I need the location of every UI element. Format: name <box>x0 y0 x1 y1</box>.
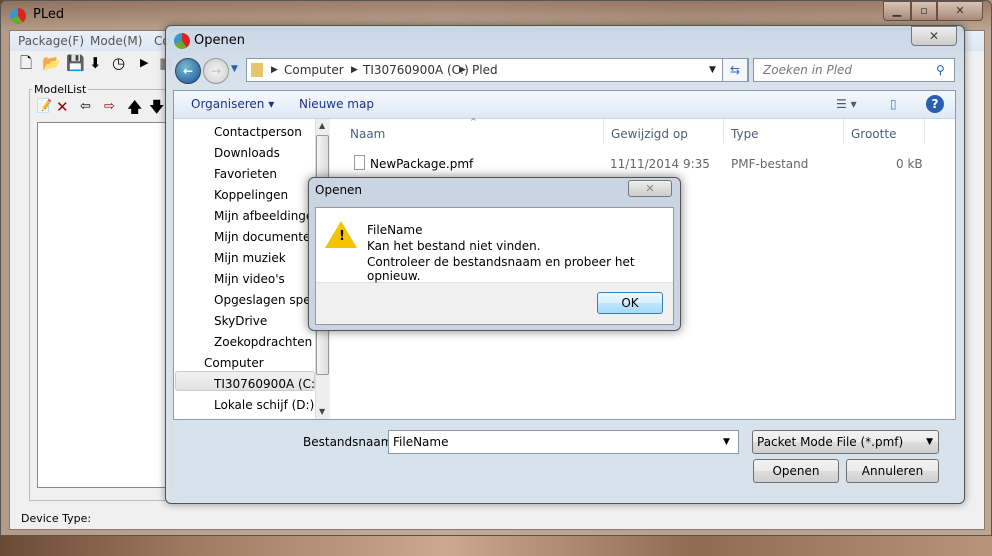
menu-mode[interactable]: Mode(M) <box>90 34 142 48</box>
error-close-button[interactable]: ✕ <box>628 180 672 197</box>
file-type: PMF-bestand <box>731 157 809 171</box>
sort-ascending-icon: ^ <box>470 117 477 126</box>
dialog-app-icon <box>174 33 190 49</box>
error-message: Kan het bestand niet vinden. <box>367 239 541 253</box>
play-icon[interactable]: ▶ <box>140 55 148 71</box>
download-icon[interactable]: ⬇ <box>89 55 102 71</box>
back-button[interactable]: ← <box>175 58 201 84</box>
column-type[interactable]: Type <box>731 127 759 141</box>
window-title: PLed <box>33 7 65 22</box>
error-hint: Controleer de bestandsnaam en probeer he… <box>367 255 635 283</box>
nav-item[interactable]: Opgeslagen spellen <box>214 290 314 310</box>
organize-button[interactable]: Organiseren ▾ <box>191 97 274 111</box>
breadcrumb-computer[interactable]: Computer <box>284 63 344 77</box>
help-icon[interactable]: ? <box>926 95 944 113</box>
nav-item[interactable]: Mijn video's <box>214 269 314 289</box>
move-up-icon[interactable]: 🡅 <box>127 99 142 115</box>
column-size[interactable]: Grootte <box>851 127 896 141</box>
filter-dropdown-icon: ▼ <box>926 437 933 447</box>
save-icon[interactable]: 💾 <box>66 55 85 71</box>
cancel-button[interactable]: Annuleren <box>846 459 939 483</box>
nav-item[interactable]: Zoekopdrachten <box>214 332 314 352</box>
minimize-button[interactable]: ▁ <box>883 1 911 21</box>
file-type-filter[interactable]: Packet Mode File (*.pmf) ▼ <box>752 430 939 454</box>
delete-icon[interactable]: ✕ <box>56 99 69 115</box>
export-icon[interactable]: ⇨ <box>104 99 115 115</box>
address-bar[interactable]: ▶ Computer ▶ TI30760900A (C:) ▶ Pled ▼ <box>246 58 749 82</box>
search-input[interactable]: Zoeken in Pled ⚲ <box>753 58 955 82</box>
breadcrumb-arrow-icon: ▶ <box>271 65 278 75</box>
maximize-button[interactable]: ▫ <box>911 1 937 21</box>
file-icon <box>354 155 365 170</box>
error-message-area: ! FileName Kan het bestand niet vinden. … <box>316 208 673 283</box>
column-modified[interactable]: Gewijzigd op <box>611 127 688 141</box>
dialog-title: Openen <box>194 33 245 48</box>
app-icon <box>10 8 26 24</box>
modellist-label: ModelList <box>32 83 89 96</box>
command-bar: Organiseren ▾ Nieuwe map ☰ ▾ ▯ ? <box>174 91 955 119</box>
open-button[interactable]: Openen <box>753 459 839 483</box>
folder-icon <box>251 63 263 77</box>
ok-button[interactable]: OK <box>597 292 663 314</box>
model-list[interactable] <box>37 122 172 488</box>
warning-icon-mark: ! <box>339 229 345 244</box>
file-name: NewPackage.pmf <box>370 157 474 171</box>
search-icon[interactable]: ⚲ <box>936 63 945 77</box>
open-folder-icon[interactable]: 📂 <box>42 55 61 71</box>
breadcrumb-pled[interactable]: Pled <box>472 63 498 77</box>
search-placeholder: Zoeken in Pled <box>763 63 853 77</box>
nav-item[interactable]: Favorieten <box>214 164 314 184</box>
refresh-button[interactable]: ⇆ <box>722 58 748 82</box>
new-folder-button[interactable]: Nieuwe map <box>299 97 374 111</box>
nav-item[interactable]: Contactperson <box>214 122 314 142</box>
filename-value: FileName <box>393 435 449 449</box>
import-icon[interactable]: ⇦ <box>80 99 91 115</box>
preview-pane-icon[interactable]: ▯ <box>890 97 897 111</box>
forward-button[interactable]: → <box>203 58 229 84</box>
file-modified: 11/11/2014 9:35 <box>610 157 710 171</box>
filter-value: Packet Mode File (*.pmf) <box>757 435 904 449</box>
move-down-icon[interactable]: 🡇 <box>149 99 164 115</box>
breadcrumb-arrow-icon: ▶ <box>351 65 358 75</box>
nav-item[interactable]: Koppelingen <box>214 185 314 205</box>
nav-item[interactable]: Computer <box>204 353 304 373</box>
error-dialog: Openen ✕ ! FileName Kan het bestand niet… <box>308 177 681 331</box>
navigation-pane: Contactperson Downloads Favorieten Koppe… <box>174 119 330 419</box>
nav-item[interactable]: Mijn muziek <box>214 248 314 268</box>
menu-package[interactable]: Package(F) <box>18 34 84 48</box>
nav-item[interactable]: Downloads <box>214 143 314 163</box>
add-model-icon[interactable]: 📝 <box>36 99 52 115</box>
dialog-close-button[interactable]: ✕ <box>911 26 957 46</box>
nav-item[interactable]: SkyDrive <box>214 311 314 331</box>
filename-label: Bestandsnaam: <box>303 435 397 449</box>
error-dialog-title: Openen <box>315 183 363 197</box>
new-file-icon[interactable]: 🗋 <box>20 55 32 71</box>
file-size: 0 kB <box>896 157 923 171</box>
column-name[interactable]: Naam <box>350 127 385 141</box>
error-filename: FileName <box>367 223 423 237</box>
view-options-icon[interactable]: ☰ ▾ <box>836 97 857 111</box>
breadcrumb-drive[interactable]: TI30760900A (C:) <box>363 63 469 77</box>
history-dropdown-icon[interactable]: ▼ <box>231 64 238 74</box>
breadcrumb-arrow-icon: ▶ <box>459 65 466 75</box>
error-body: ! FileName Kan het bestand niet vinden. … <box>315 207 674 325</box>
scroll-down-icon[interactable]: ▼ <box>319 407 325 416</box>
nav-item[interactable]: TI30760900A (C:) <box>214 374 314 394</box>
nav-item[interactable]: Mijn documenten <box>214 227 314 247</box>
device-type-label: Device Type: <box>21 512 92 525</box>
scroll-up-icon[interactable]: ▲ <box>319 121 325 130</box>
filename-input[interactable]: FileName ▼ <box>388 430 739 454</box>
nav-item[interactable]: Mijn afbeeldingen <box>214 206 314 226</box>
filename-dropdown-icon[interactable]: ▼ <box>723 437 730 447</box>
nav-item[interactable]: Lokale schijf (D:) <box>214 395 314 415</box>
clock-icon[interactable]: ◷ <box>112 55 125 71</box>
organize-label: Organiseren <box>191 97 265 111</box>
close-button[interactable]: ✕ <box>937 1 983 21</box>
address-dropdown-icon[interactable]: ▼ <box>709 65 716 75</box>
